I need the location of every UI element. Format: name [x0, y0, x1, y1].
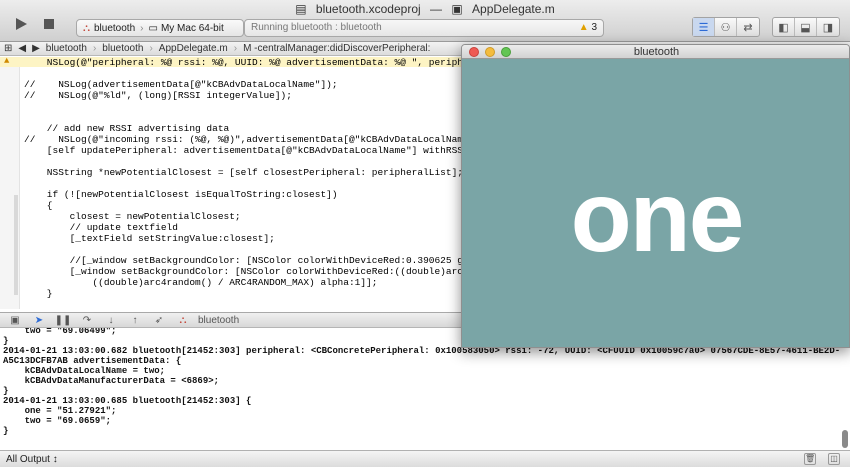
pause-icon[interactable]: ❚❚: [54, 315, 72, 326]
app-window-titlebar[interactable]: bluetooth: [462, 45, 849, 59]
code-line: // add new RSSI advertising data: [24, 123, 230, 134]
standard-editor-icon[interactable]: ☰: [693, 18, 715, 36]
simulate-location-icon[interactable]: ➶: [150, 315, 168, 326]
chevron-right-icon: ›: [233, 43, 238, 54]
console-scrollbar[interactable]: [842, 430, 848, 448]
related-items-icon[interactable]: ⊞: [4, 43, 12, 54]
console-line: }: [3, 386, 9, 396]
xcode-toolbar: ▤ bluetooth.xcodeproj — ▣ AppDelegate.m …: [0, 0, 850, 42]
step-out-icon[interactable]: ↑: [126, 315, 144, 326]
assistant-editor-icon[interactable]: ⚇: [715, 18, 737, 36]
console-line: kCBAdvDataLocalName = two;: [3, 366, 166, 376]
view-control: ◧ ⬓ ◨: [772, 17, 840, 37]
forward-arrow-icon[interactable]: ▶: [32, 43, 40, 54]
console-line: two = "69.06499";: [3, 328, 117, 336]
code-line: if (![newPotentialClosest isEqualToStrin…: [24, 189, 338, 200]
jumpbar-item-group[interactable]: bluetooth: [102, 43, 143, 54]
editor-mode-control: ☰ ⚇ ⇄: [692, 17, 760, 37]
active-file-name: AppDelegate.m: [472, 2, 555, 16]
code-line: }: [24, 288, 53, 299]
version-editor-icon[interactable]: ⇄: [737, 18, 759, 36]
run-button[interactable]: [10, 14, 32, 34]
project-file-name: bluetooth.xcodeproj: [315, 2, 421, 16]
closest-peripheral-label: one: [570, 161, 745, 273]
app-window-body: one: [462, 59, 849, 347]
console-line: }: [3, 426, 9, 436]
scheme-icon: ⛬: [179, 314, 187, 326]
code-line: closest = newPotentialClosest;: [24, 211, 241, 222]
mac-icon: ▭: [148, 22, 158, 34]
stop-button[interactable]: [38, 14, 60, 34]
back-arrow-icon[interactable]: ◀: [18, 43, 26, 54]
warning-count: 3: [591, 22, 597, 33]
play-icon: [16, 18, 27, 30]
console-line: 2014-01-21 13:03:00.685 bluetooth[21452:…: [3, 396, 252, 406]
console-line: kCBAdvDataManufacturerData = <6869>;: [3, 376, 220, 386]
code-fold-ribbon[interactable]: [14, 195, 18, 295]
title-separator: —: [430, 2, 443, 16]
activity-viewer: Running bluetooth : bluetooth ▲ 3: [244, 19, 604, 37]
chevron-right-icon: ›: [140, 22, 144, 34]
app-window-title: bluetooth: [633, 46, 680, 58]
code-line: {: [24, 200, 53, 211]
console-bottom-bar: All Output ↕ 🗑 ◫: [0, 450, 850, 467]
code-line: NSLog(@"peripheral: %@ rssi: %@, UUID: %…: [24, 57, 520, 68]
code-line: // NSLog(advertisementData[@"kCBAdvDataL…: [24, 79, 338, 90]
jumpbar-item-project[interactable]: bluetooth: [46, 43, 87, 54]
window-title: ▤ bluetooth.xcodeproj — ▣ AppDelegate.m: [0, 2, 850, 16]
destination-name: My Mac 64-bit: [160, 22, 224, 34]
step-into-icon[interactable]: ↓: [102, 315, 120, 326]
console-line: one = "51.27921";: [3, 406, 117, 416]
jumpbar-item-file[interactable]: AppDelegate.m: [159, 43, 228, 54]
code-line: [self updatePeripheral: advertisementDat…: [24, 145, 503, 156]
utilities-toggle-icon[interactable]: ◨: [817, 18, 839, 36]
activity-status: Running bluetooth : bluetooth: [251, 22, 382, 33]
breakpoints-toggle-icon[interactable]: ➤: [30, 315, 48, 326]
jumpbar-item-method[interactable]: M -centralManager:didDiscoverPeripheral:: [243, 43, 430, 54]
navigator-toggle-icon[interactable]: ◧: [773, 18, 795, 36]
debug-target-name: bluetooth: [198, 314, 240, 326]
code-line: // update textfield: [24, 222, 178, 233]
code-line: // NSLog(@"%ld", (long)[RSSI integerValu…: [24, 90, 292, 101]
warning-icon: ▲: [578, 22, 589, 33]
code-line: [_window setBackgroundColor: [NSColor co…: [24, 266, 503, 277]
warning-icon[interactable]: ▲: [4, 57, 9, 66]
stop-icon: [44, 19, 54, 29]
code-line: ((double)arc4random() / ARC4RANDOM_MAX) …: [24, 277, 378, 288]
code-line: // NSLog(@"incoming rssi: (%@, %@)",adve…: [24, 134, 515, 145]
app-window[interactable]: bluetooth one: [461, 44, 850, 348]
chevron-right-icon: ›: [149, 43, 153, 54]
scheme-name: bluetooth: [94, 22, 136, 34]
console-line: }: [3, 336, 9, 346]
hide-debug-area-icon[interactable]: ▣: [6, 315, 24, 326]
code-line: //[_window setBackgroundColor: [NSColor …: [24, 255, 503, 266]
split-view-icon[interactable]: ◫: [828, 453, 840, 465]
warning-badge[interactable]: ▲ 3: [579, 22, 597, 33]
code-line: NSString *newPotentialClosest = [self cl…: [24, 167, 463, 178]
debug-area-toggle-icon[interactable]: ⬓: [795, 18, 817, 36]
output-filter-select[interactable]: All Output ↕: [6, 454, 58, 465]
trash-icon[interactable]: 🗑: [804, 453, 816, 465]
project-file-icon: ▤: [295, 2, 307, 16]
console-line: A5C13DCFB7AB advertisementData: {: [3, 356, 182, 366]
code-line: [_textField setStringValue:closest];: [24, 233, 275, 244]
chevron-right-icon: ›: [92, 43, 97, 54]
scheme-selector[interactable]: ⛬ bluetooth › ▭ My Mac 64-bit: [76, 19, 244, 37]
scheme-icon: ⛬: [83, 22, 90, 34]
console-line: two = "69.0659";: [3, 416, 112, 426]
step-over-icon[interactable]: ↷: [78, 315, 96, 326]
m-file-icon: ▣: [451, 2, 463, 16]
